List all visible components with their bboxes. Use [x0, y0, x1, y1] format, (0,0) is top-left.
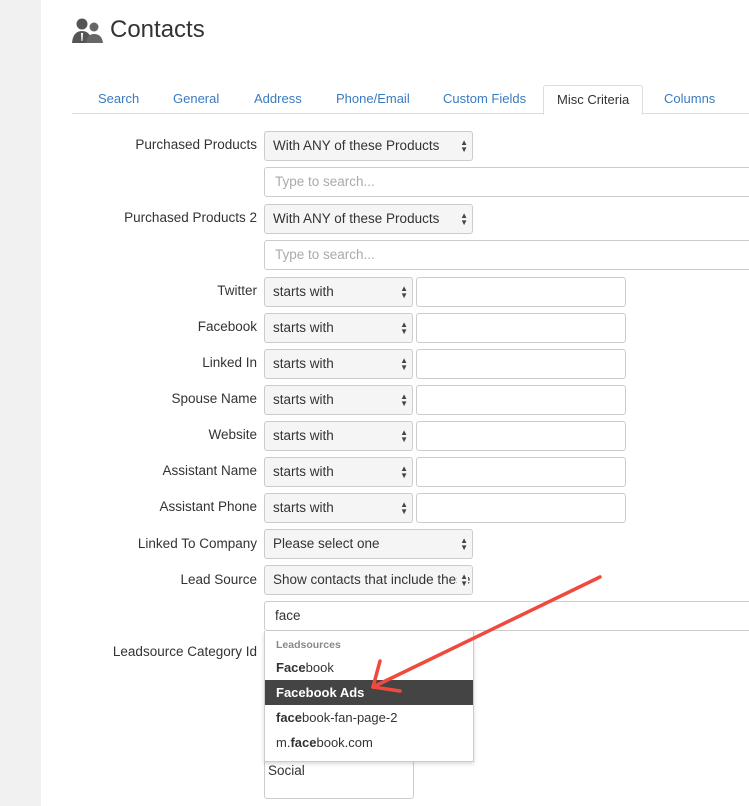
annotation-arrow	[371, 575, 602, 693]
